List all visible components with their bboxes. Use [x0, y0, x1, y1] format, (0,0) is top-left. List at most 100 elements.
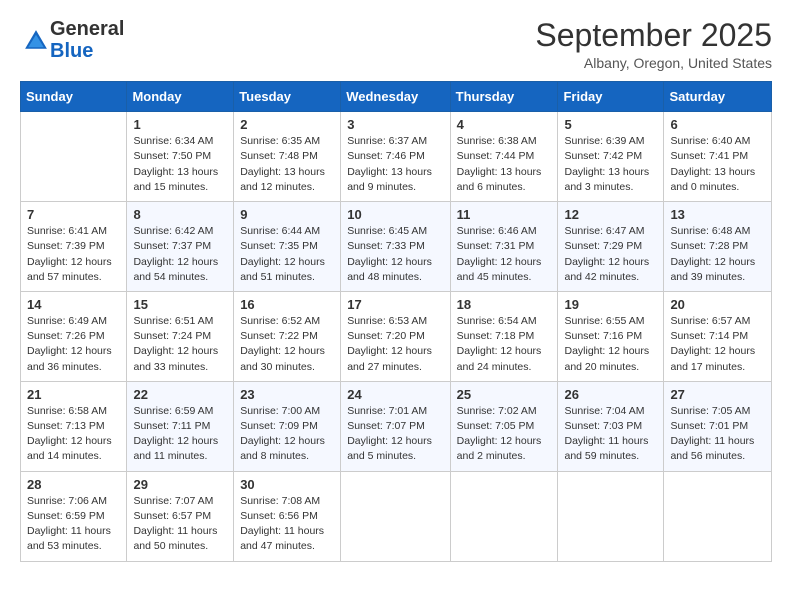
day-number: 19	[564, 297, 657, 312]
day-info: Sunrise: 6:42 AMSunset: 7:37 PMDaylight:…	[133, 224, 227, 285]
sunset-text: Sunset: 7:03 PM	[564, 420, 642, 432]
day-number: 3	[347, 117, 443, 132]
daylight-text: Daylight: 12 hours and 39 minutes.	[670, 256, 755, 283]
day-info: Sunrise: 6:49 AMSunset: 7:26 PMDaylight:…	[27, 314, 120, 375]
sunset-text: Sunset: 6:57 PM	[133, 510, 211, 522]
sunset-text: Sunset: 7:14 PM	[670, 330, 748, 342]
calendar-cell	[664, 471, 772, 561]
sunrise-text: Sunrise: 7:05 AM	[670, 405, 750, 417]
day-number: 2	[240, 117, 334, 132]
day-number: 5	[564, 117, 657, 132]
daylight-text: Daylight: 13 hours and 6 minutes.	[457, 166, 542, 193]
sunset-text: Sunset: 7:20 PM	[347, 330, 425, 342]
daylight-text: Daylight: 12 hours and 33 minutes.	[133, 345, 218, 372]
day-info: Sunrise: 6:54 AM Sunset: 7:18 PM Daylight:…	[457, 314, 552, 375]
daylight-text: Daylight: 12 hours and 5 minutes.	[347, 435, 432, 462]
daylight-text: Daylight: 11 hours and 53 minutes.	[27, 525, 111, 552]
day-number: 14	[27, 297, 120, 312]
day-number: 26	[564, 387, 657, 402]
calendar-cell: 13 Sunrise: 6:48 AMSunset: 7:28 PMDayligh…	[664, 202, 772, 292]
subtitle: Albany, Oregon, United States	[535, 55, 772, 71]
daylight-text: Daylight: 11 hours and 59 minutes.	[564, 435, 648, 462]
sunrise-text: Sunrise: 6:42 AM	[133, 225, 213, 237]
daylight-text: Daylight: 12 hours and 57 minutes.	[27, 256, 112, 283]
daylight-text: Daylight: 12 hours and 51 minutes.	[240, 256, 325, 283]
day-info: Sunrise: 7:05 AMSunset: 7:01 PMDaylight:…	[670, 404, 765, 465]
calendar-cell: 11Sunrise: 6:46 AMSunset: 7:31 PMDayligh…	[450, 202, 558, 292]
logo-icon	[22, 27, 50, 55]
day-number: 15	[133, 297, 227, 312]
calendar-cell: 14 Sunrise: 6:49 AMSunset: 7:26 PMDayligh…	[21, 291, 127, 381]
day-number: 25	[457, 387, 552, 402]
sunrise-text: Sunrise: 6:46 AM	[457, 225, 537, 237]
day-info: Sunrise: 6:58 AMSunset: 7:13 PMDaylight:…	[27, 404, 120, 465]
day-info: Sunrise: 6:53 AM Sunset: 7:20 PM Daylight:…	[347, 314, 443, 375]
sunset-text: Sunset: 7:22 PM	[240, 330, 318, 342]
header: General Blue September 2025 Albany, Oreg…	[20, 18, 772, 71]
day-number: 18	[457, 297, 552, 312]
day-info: Sunrise: 6:41 AMSunset: 7:39 PMDaylight:…	[27, 224, 120, 285]
calendar-cell: 29Sunrise: 7:07 AMSunset: 6:57 PMDayligh…	[127, 471, 234, 561]
sunrise-text: Sunrise: 7:04 AM	[564, 405, 644, 417]
day-info: Sunrise: 6:44 AMSunset: 7:35 PMDaylight:…	[240, 224, 334, 285]
day-info: Sunrise: 6:39 AMSunset: 7:42 PMDaylight:…	[564, 134, 657, 195]
sunrise-text: Sunrise: 6:54 AM	[457, 315, 537, 327]
day-number: 24	[347, 387, 443, 402]
daylight-text: Daylight: 13 hours and 9 minutes.	[347, 166, 432, 193]
week-row-5: 28Sunrise: 7:06 AMSunset: 6:59 PMDayligh…	[21, 471, 772, 561]
sunrise-text: Sunrise: 6:48 AM	[670, 225, 750, 237]
sunrise-text: Sunrise: 6:52 AM	[240, 315, 320, 327]
calendar-cell: 10Sunrise: 6:45 AMSunset: 7:33 PMDayligh…	[341, 202, 450, 292]
day-number: 4	[457, 117, 552, 132]
day-number: 21	[27, 387, 120, 402]
calendar-cell: 5 Sunrise: 6:39 AMSunset: 7:42 PMDaylight…	[558, 112, 664, 202]
day-info: Sunrise: 6:38 AMSunset: 7:44 PMDaylight:…	[457, 134, 552, 195]
calendar-cell: 20Sunrise: 6:57 AMSunset: 7:14 PMDayligh…	[664, 291, 772, 381]
sunset-text: Sunset: 7:44 PM	[457, 150, 535, 162]
daylight-text: Daylight: 12 hours and 27 minutes.	[347, 345, 432, 372]
calendar-cell: 2Sunrise: 6:35 AMSunset: 7:48 PMDaylight…	[234, 112, 341, 202]
sunset-text: Sunset: 7:33 PM	[347, 240, 425, 252]
logo: General Blue	[20, 18, 124, 62]
day-number: 12	[564, 207, 657, 222]
calendar-cell	[450, 471, 558, 561]
day-number: 11	[457, 207, 552, 222]
daylight-text: Daylight: 13 hours and 12 minutes.	[240, 166, 325, 193]
weekday-header-monday: Monday	[127, 82, 234, 112]
daylight-text: Daylight: 12 hours and 24 minutes.	[457, 345, 542, 372]
daylight-text: Daylight: 11 hours and 56 minutes.	[670, 435, 754, 462]
daylight-text: Daylight: 12 hours and 2 minutes.	[457, 435, 542, 462]
calendar-cell: 15 Sunrise: 6:51 AMSunset: 7:24 PMDayligh…	[127, 291, 234, 381]
calendar: SundayMondayTuesdayWednesdayThursdayFrid…	[20, 81, 772, 561]
calendar-cell: 17Sunrise: 6:53 AMSunset: 7:20 PMDayligh…	[341, 291, 450, 381]
calendar-cell: 28Sunrise: 7:06 AMSunset: 6:59 PMDayligh…	[21, 471, 127, 561]
day-info: Sunrise: 6:52 AMSunset: 7:22 PMDaylight:…	[240, 314, 334, 375]
day-number: 23	[240, 387, 334, 402]
day-info: Sunrise: 6:51 AMSunset: 7:24 PMDaylight:…	[133, 314, 227, 375]
day-number: 8	[133, 207, 227, 222]
calendar-cell: 3Sunrise: 6:37 AMSunset: 7:46 PMDaylight…	[341, 112, 450, 202]
logo-text: General Blue	[50, 18, 124, 62]
day-number: 9	[240, 207, 334, 222]
calendar-cell: 4 Sunrise: 6:38 AMSunset: 7:44 PMDaylight…	[450, 112, 558, 202]
sunset-text: Sunset: 7:50 PM	[133, 150, 211, 162]
sunrise-text: Sunrise: 7:02 AM	[457, 405, 537, 417]
day-number: 16	[240, 297, 334, 312]
sunrise-text: Sunrise: 6:53 AM	[347, 315, 427, 327]
weekday-header-row: SundayMondayTuesdayWednesdayThursdayFrid…	[21, 82, 772, 112]
calendar-cell	[341, 471, 450, 561]
sunrise-text: Sunrise: 6:39 AM	[564, 135, 644, 147]
sunset-text: Sunset: 7:35 PM	[240, 240, 318, 252]
sunrise-text: Sunrise: 7:07 AM	[133, 495, 213, 507]
calendar-cell: 22Sunrise: 6:59 AMSunset: 7:11 PMDayligh…	[127, 381, 234, 471]
day-info: Sunrise: 7:08 AMSunset: 6:56 PMDaylight:…	[240, 494, 334, 555]
day-info: Sunrise: 6:34 AMSunset: 7:50 PMDaylight:…	[133, 134, 227, 195]
sunset-text: Sunset: 7:16 PM	[564, 330, 642, 342]
sunset-text: Sunset: 7:18 PM	[457, 330, 535, 342]
daylight-text: Daylight: 12 hours and 20 minutes.	[564, 345, 649, 372]
day-info: Sunrise: 7:02 AMSunset: 7:05 PMDaylight:…	[457, 404, 552, 465]
day-number: 13	[670, 207, 765, 222]
daylight-text: Daylight: 11 hours and 47 minutes.	[240, 525, 324, 552]
day-info: Sunrise: 6:48 AMSunset: 7:28 PMDaylight:…	[670, 224, 765, 285]
sunrise-text: Sunrise: 7:08 AM	[240, 495, 320, 507]
